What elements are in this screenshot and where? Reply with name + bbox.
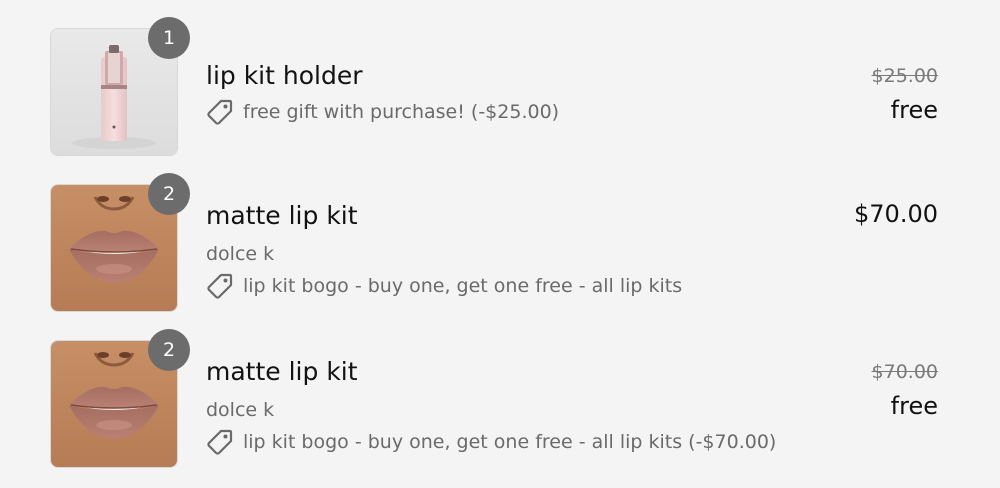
discount-line: lip kit bogo - buy one, get one free - a… <box>206 428 776 456</box>
price-tag-icon <box>206 272 234 300</box>
quantity-badge: 1 <box>148 17 190 59</box>
price-tag-icon <box>206 98 234 126</box>
product-variant: dolce k <box>206 243 275 265</box>
original-price: $70.00 <box>871 361 938 383</box>
price: $70.00 <box>854 200 938 228</box>
price-block: $70.00 free <box>872 360 938 420</box>
product-thumbnail-wrap: 2 <box>50 173 190 312</box>
product-variant: dolce k <box>206 399 275 421</box>
product-name: matte lip kit <box>206 357 358 386</box>
price-tag-icon <box>206 428 234 456</box>
product-name: lip kit holder <box>206 61 363 90</box>
original-price: $25.00 <box>871 65 938 87</box>
final-price: free <box>890 96 938 124</box>
discount-line: free gift with purchase! (-$25.00) <box>206 98 559 126</box>
product-name: matte lip kit <box>206 201 358 230</box>
product-thumbnail-wrap: 1 <box>50 17 190 156</box>
discount-line: lip kit bogo - buy one, get one free - a… <box>206 272 682 300</box>
cart-item: 1 lip kit holder free gift with purchase… <box>0 17 1000 168</box>
discount-text: lip kit bogo - buy one, get one free - a… <box>243 431 777 453</box>
discount-text: free gift with purchase! (-$25.00) <box>243 101 560 123</box>
quantity-badge: 2 <box>148 329 190 371</box>
cart-item: 2 matte lip kit dolce k lip kit bogo - b… <box>0 173 1000 324</box>
product-thumbnail-wrap: 2 <box>50 329 190 468</box>
quantity-badge: 2 <box>148 173 190 215</box>
discount-text: lip kit bogo - buy one, get one free - a… <box>243 275 683 297</box>
price-block: $25.00 free <box>872 64 938 124</box>
cart-item: 2 matte lip kit dolce k lip kit bogo - b… <box>0 329 1000 480</box>
final-price: free <box>890 392 938 420</box>
